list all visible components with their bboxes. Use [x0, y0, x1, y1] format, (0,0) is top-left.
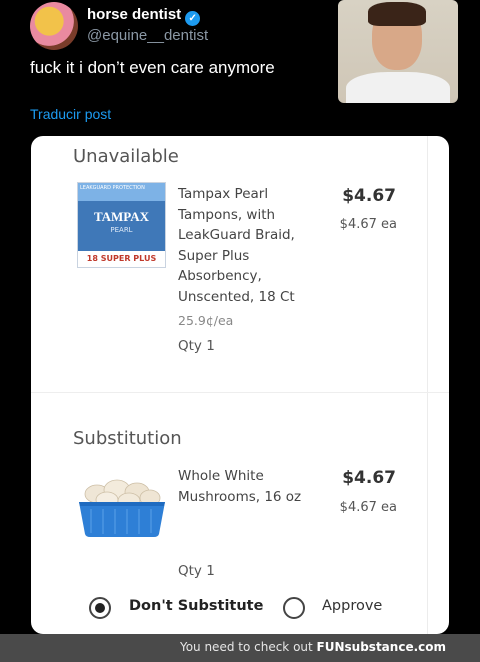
watermark-bar: You need to check out FUNsubstance.com: [0, 634, 480, 662]
package-brand: TAMPAX: [93, 209, 150, 224]
dont-substitute-radio[interactable]: [89, 597, 111, 619]
tweet-text: fuck it i don’t even care anymore: [30, 58, 275, 77]
tweet-header: horse dentist ✓ @equine__dentist: [30, 2, 330, 52]
unavailable-qty: Qty 1: [178, 338, 215, 354]
photo-hair: [368, 2, 426, 26]
package-line: PEARL: [110, 226, 133, 234]
package-top-label: LEAKGUARD PROTECTION: [80, 185, 145, 191]
package-count: 18: [86, 254, 98, 263]
substitution-qty: Qty 1: [178, 563, 215, 579]
verified-badge-icon: ✓: [185, 11, 201, 26]
substitution-unit-price: $4.67 ea: [339, 500, 397, 515]
unavailable-title: Unavailable: [73, 146, 179, 167]
substitution-title: Substitution: [73, 428, 182, 449]
reaction-photo: [338, 0, 458, 103]
dont-substitute-label[interactable]: Don't Substitute: [129, 598, 263, 614]
watermark-text: You need to check out FUNsubstance.com: [180, 640, 446, 654]
avatar[interactable]: [30, 2, 78, 50]
watermark-brand[interactable]: FUNsubstance.com: [317, 640, 446, 654]
section-divider: [31, 392, 449, 393]
unavailable-unit-price: $4.67 ea: [339, 217, 397, 232]
user-handle[interactable]: @equine__dentist: [87, 27, 208, 44]
unavailable-unit-cost: 25.9¢/ea: [178, 313, 234, 328]
mushroom-product-image: [79, 479, 165, 537]
display-name[interactable]: horse dentist ✓: [87, 6, 201, 26]
approve-label[interactable]: Approve: [322, 598, 382, 614]
approve-radio[interactable]: [283, 597, 305, 619]
photo-shirt: [346, 72, 450, 103]
card-vertical-divider: [427, 136, 428, 634]
substitution-product-name: Whole White Mushrooms, 16 oz: [178, 468, 302, 505]
unavailable-product-name: Tampax Pearl Tampons, with LeakGuard Bra…: [178, 186, 295, 305]
display-name-text: horse dentist: [87, 6, 182, 23]
package-absorbency: SUPER PLUS: [100, 254, 157, 263]
tampax-product-image: LEAKGUARD PROTECTION TAMPAX PEARL 18 SUP…: [77, 182, 166, 268]
substitution-price: $4.67: [342, 468, 396, 488]
substitution-options: Don't Substitute Approve: [87, 596, 427, 620]
watermark-caption: You need to check out: [179, 640, 313, 654]
unavailable-price: $4.67: [342, 186, 396, 206]
order-substitution-card: Unavailable LEAKGUARD PROTECTION TAMPAX …: [31, 136, 449, 634]
radio-selected-dot: [95, 603, 105, 613]
package-band: 18 SUPER PLUS: [78, 251, 165, 267]
translate-post-link[interactable]: Traducir post: [30, 106, 111, 122]
